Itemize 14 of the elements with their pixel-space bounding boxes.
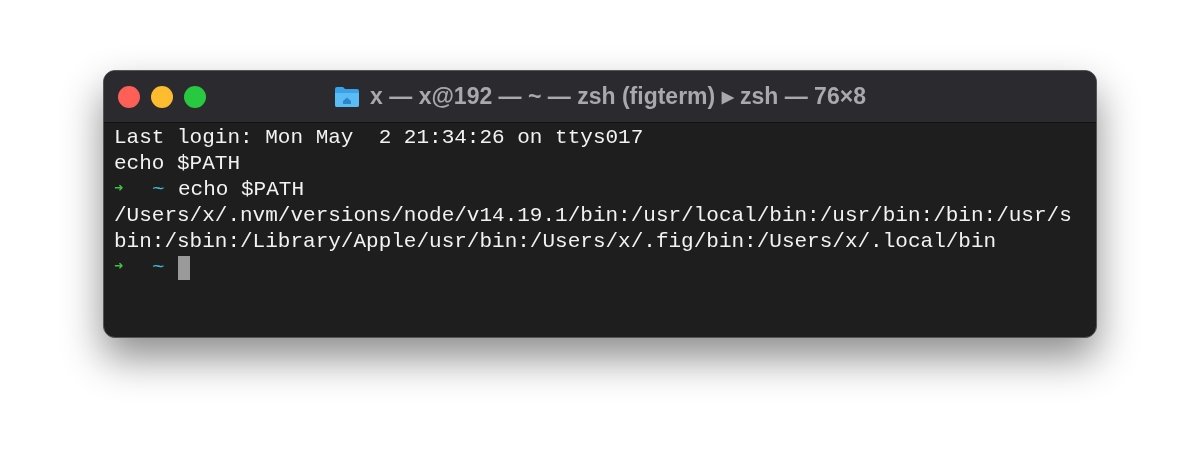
home-folder-icon [334,85,361,108]
prompt-arrow: ➜ [114,180,125,200]
minimize-button[interactable] [151,85,173,108]
terminal-output: bin:/sbin:/Library/Apple/usr/bin:/Users/x/.fig/bin:/Users/x/.local/bin [114,230,997,253]
terminal-command: echo $PATH [178,177,305,203]
prompt-directory: ~ [152,177,166,203]
window-title: x — x@192 — ~ — zsh (figterm) ▸ zsh — 76×8 [370,82,866,112]
prompt-arrow: ➜ [114,258,125,278]
terminal-output: /Users/x/.nvm/versions/node/v14.19.1/bin:/usr/local/bin:/usr/bin:/bin:/usr/s [114,204,1072,227]
prompt-directory: ~ [152,255,166,281]
maximize-button[interactable] [184,85,206,108]
close-button[interactable] [118,85,140,108]
terminal-output: Last login: Mon May 2 21:34:26 on ttys017 [114,126,644,149]
terminal-output: echo $PATH [114,152,241,175]
